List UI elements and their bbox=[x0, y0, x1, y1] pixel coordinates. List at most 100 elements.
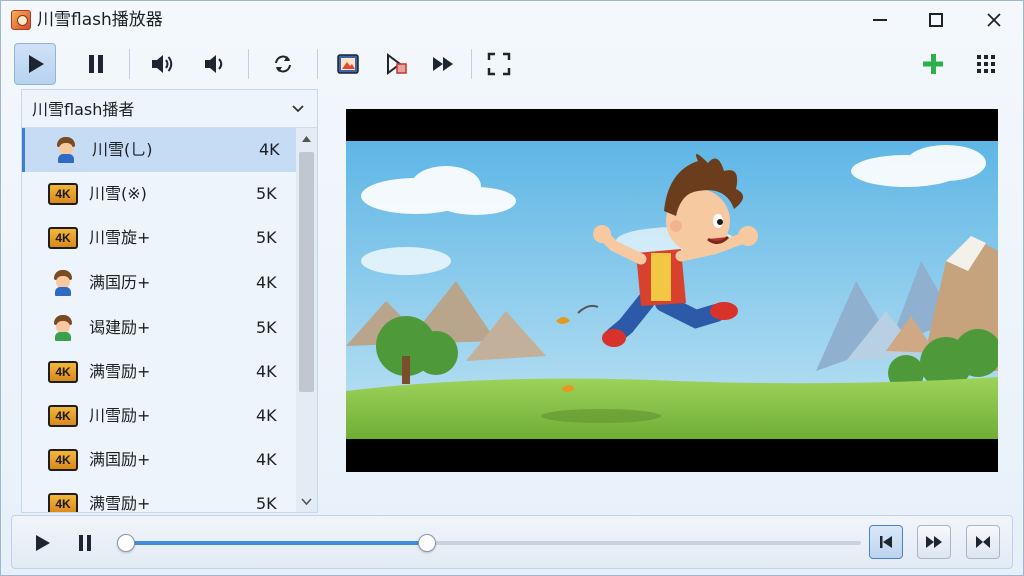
playlist-item[interactable]: 4K 川雪旋+ 5K bbox=[22, 216, 296, 260]
seek-progress bbox=[125, 541, 427, 545]
thumbnail: 4K bbox=[48, 447, 78, 473]
item-size: 4K bbox=[256, 362, 277, 381]
item-size: 5K bbox=[256, 228, 277, 247]
plus-icon bbox=[923, 54, 943, 74]
frame-step-icon bbox=[387, 53, 407, 75]
bottom-pause-button[interactable] bbox=[69, 527, 101, 559]
playlist-item[interactable]: 4K 川雪励+ 4K bbox=[22, 394, 296, 438]
video-frame bbox=[346, 141, 998, 439]
minimize-icon bbox=[873, 19, 887, 21]
item-name: 满雪励+ bbox=[89, 494, 151, 512]
item-size: 5K bbox=[256, 494, 277, 512]
item-name: 满国历+ bbox=[89, 273, 151, 292]
4k-badge-icon: 4K bbox=[48, 405, 78, 427]
playlist-item[interactable]: 满国历+ 4K bbox=[22, 261, 296, 305]
thumbnail: 4K bbox=[48, 491, 78, 512]
volume-low-icon bbox=[205, 55, 223, 73]
fullscreen-icon bbox=[487, 52, 511, 76]
toolbar-divider bbox=[317, 49, 318, 79]
minimize-button[interactable] bbox=[858, 5, 902, 35]
playlist-item[interactable]: 川雪(乚) 4K bbox=[22, 128, 296, 172]
item-size: 5K bbox=[256, 318, 277, 337]
loop-button[interactable] bbox=[966, 525, 1000, 559]
playlist-dropdown[interactable]: 川雪flash播者 bbox=[22, 90, 317, 128]
close-button[interactable] bbox=[972, 5, 1016, 35]
playlist-item[interactable]: 4K 川雪(※) 5K bbox=[22, 172, 296, 216]
pause-icon bbox=[89, 55, 103, 73]
grid-icon bbox=[977, 55, 995, 73]
toolbar-divider bbox=[129, 49, 130, 79]
playlist-scrollbar[interactable] bbox=[296, 128, 317, 512]
scrollbar-thumb[interactable] bbox=[299, 152, 314, 392]
volume-up-button[interactable] bbox=[141, 43, 183, 85]
fast-forward-icon bbox=[433, 57, 453, 71]
thumbnail bbox=[48, 270, 78, 296]
4k-badge-icon: 4K bbox=[48, 449, 78, 471]
bottom-play-button[interactable] bbox=[26, 527, 58, 559]
pause-button[interactable] bbox=[75, 43, 117, 85]
thumbnail: 4K bbox=[48, 359, 78, 385]
item-name: 满雪励+ bbox=[89, 362, 151, 381]
item-name: 谒建励+ bbox=[89, 318, 151, 337]
title-bar: 川雪flash播放器 bbox=[1, 1, 1023, 39]
seek-bar[interactable] bbox=[117, 534, 861, 552]
skip-forward-button[interactable] bbox=[917, 525, 951, 559]
toolbar-divider bbox=[248, 49, 249, 79]
play-icon bbox=[29, 55, 44, 73]
toolbar-divider bbox=[471, 49, 472, 79]
playlist-item[interactable]: 4K 满雪励+ 4K bbox=[22, 350, 296, 394]
avatar-icon bbox=[51, 315, 75, 341]
rotate-button[interactable] bbox=[262, 43, 304, 85]
scroll-down-icon[interactable] bbox=[301, 496, 312, 506]
fullscreen-button[interactable] bbox=[478, 43, 520, 85]
playlist-item[interactable]: 4K 满雪励+ 5K bbox=[22, 482, 296, 512]
volume-down-button[interactable] bbox=[193, 43, 235, 85]
play-button[interactable] bbox=[14, 43, 56, 85]
4k-badge-icon: 4K bbox=[48, 227, 78, 249]
item-size: 4K bbox=[259, 140, 280, 159]
thumbnail: 4K bbox=[48, 225, 78, 251]
loop-icon bbox=[976, 536, 990, 548]
add-button[interactable] bbox=[912, 43, 954, 85]
grid-menu-button[interactable] bbox=[965, 43, 1007, 85]
snapshot-button[interactable] bbox=[327, 43, 369, 85]
avatar-icon bbox=[51, 270, 75, 296]
item-name: 川雪(乚) bbox=[92, 140, 153, 159]
4k-badge-icon: 4K bbox=[48, 493, 78, 512]
item-name: 川雪(※) bbox=[89, 184, 147, 203]
maximize-button[interactable] bbox=[914, 5, 958, 35]
frame-step-button[interactable] bbox=[375, 43, 417, 85]
skip-back-icon bbox=[880, 536, 892, 548]
playlist-title: 川雪flash播者 bbox=[32, 100, 135, 119]
chevron-down-icon bbox=[292, 105, 304, 113]
playback-controls bbox=[11, 515, 1013, 569]
image-icon bbox=[337, 54, 359, 74]
thumbnail bbox=[51, 137, 81, 163]
item-name: 满国励+ bbox=[89, 450, 151, 469]
playlist-panel: 川雪flash播者 川雪(乚) 4K 4K 川雪(※) 5K 4K 川雪旋+ 5… bbox=[21, 89, 318, 513]
thumbnail bbox=[48, 315, 78, 341]
cartoon-scene-image bbox=[346, 141, 998, 439]
skip-forward-icon bbox=[926, 536, 942, 548]
seek-handle[interactable] bbox=[417, 534, 436, 552]
playlist-list: 川雪(乚) 4K 4K 川雪(※) 5K 4K 川雪旋+ 5K 满国历+ 4K bbox=[22, 128, 296, 512]
item-size: 5K bbox=[256, 184, 277, 203]
playlist-item[interactable]: 4K 满国励+ 4K bbox=[22, 438, 296, 482]
4k-badge-icon: 4K bbox=[48, 183, 78, 205]
scroll-up-icon[interactable] bbox=[301, 134, 312, 144]
pause-icon bbox=[79, 535, 91, 551]
playlist-item[interactable]: 谒建励+ 5K bbox=[22, 306, 296, 350]
volume-high-icon bbox=[152, 55, 173, 73]
toolbar bbox=[1, 39, 1023, 89]
thumbnail: 4K bbox=[48, 403, 78, 429]
item-name: 川雪旋+ bbox=[89, 228, 151, 247]
close-icon bbox=[987, 13, 1001, 27]
rotate-icon bbox=[275, 55, 291, 73]
item-size: 4K bbox=[256, 273, 277, 292]
seek-start-marker[interactable] bbox=[117, 534, 135, 552]
video-display[interactable] bbox=[346, 109, 998, 472]
4k-badge-icon: 4K bbox=[48, 361, 78, 383]
player-window: 川雪flash播放器 川雪flash播者 川雪(乚) 4K 4K 川雪(※) 5… bbox=[0, 0, 1024, 576]
fast-forward-button[interactable] bbox=[422, 43, 464, 85]
skip-back-button[interactable] bbox=[869, 525, 903, 559]
